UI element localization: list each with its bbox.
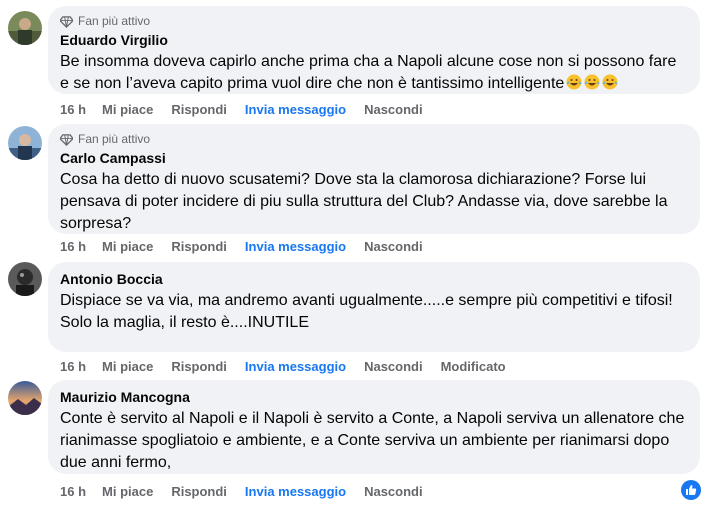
reply-button[interactable]: Rispondi: [171, 359, 227, 374]
send-message-button[interactable]: Invia messaggio: [245, 102, 346, 117]
comment-text: Dispiace se va via, ma andremo avanti ug…: [60, 290, 688, 334]
thumbs-up-icon: [686, 485, 697, 495]
comment-actions: 16 h Mi piace Rispondi Invia messaggio N…: [60, 100, 441, 118]
like-button[interactable]: Mi piace: [102, 484, 153, 499]
like-button[interactable]: Mi piace: [102, 102, 153, 117]
avatar[interactable]: [8, 381, 42, 415]
comment-bubble: Antonio Boccia Dispiace se va via, ma an…: [48, 262, 700, 352]
like-button[interactable]: Mi piace: [102, 359, 153, 374]
diamond-icon: [60, 133, 73, 146]
comment-actions: 16 h Mi piace Rispondi Invia messaggio N…: [60, 357, 524, 375]
like-button[interactable]: Mi piace: [102, 239, 153, 254]
comment-text: Be insomma doveva capirlo anche prima ch…: [60, 51, 688, 95]
comment-author[interactable]: Maurizio Mancogna: [60, 388, 688, 406]
avatar[interactable]: [8, 11, 42, 45]
comment-author[interactable]: Antonio Boccia: [60, 270, 688, 288]
reply-button[interactable]: Rispondi: [171, 102, 227, 117]
comment-bubble: Fan più attivo Carlo Campassi Cosa ha de…: [48, 124, 700, 234]
comment-author[interactable]: Eduardo Virgilio: [60, 31, 688, 49]
badge-label: Fan più attivo: [78, 14, 151, 28]
hide-button[interactable]: Nascondi: [364, 239, 423, 254]
hide-button[interactable]: Nascondi: [364, 484, 423, 499]
comment-text-line: Solo la maglia, il resto è....INUTILE: [60, 314, 309, 331]
comment-actions: 16 h Mi piace Rispondi Invia messaggio N…: [60, 482, 441, 500]
timestamp[interactable]: 16 h: [60, 359, 86, 374]
reply-button[interactable]: Rispondi: [171, 484, 227, 499]
rofl-emoji: [566, 74, 582, 90]
comment-text-line: Dispiace se va via, ma andremo avanti ug…: [60, 292, 673, 309]
top-fan-badge: Fan più attivo: [60, 132, 688, 146]
send-message-button[interactable]: Invia messaggio: [245, 484, 346, 499]
top-fan-badge: Fan più attivo: [60, 14, 688, 28]
comment-text: Cosa ha detto di nuovo scusatemi? Dove s…: [60, 171, 668, 232]
comment-bubble: Fan più attivo Eduardo Virgilio Be insom…: [48, 6, 700, 94]
comment-actions: 16 h Mi piace Rispondi Invia messaggio N…: [60, 237, 441, 255]
badge-label: Fan più attivo: [78, 132, 151, 146]
timestamp[interactable]: 16 h: [60, 484, 86, 499]
rofl-emoji: [602, 74, 618, 90]
send-message-button[interactable]: Invia messaggio: [245, 359, 346, 374]
timestamp[interactable]: 16 h: [60, 239, 86, 254]
avatar[interactable]: [8, 262, 42, 296]
thumbs-up-reaction[interactable]: [681, 480, 701, 500]
send-message-button[interactable]: Invia messaggio: [245, 239, 346, 254]
rofl-emoji: [584, 74, 600, 90]
avatar[interactable]: [8, 126, 42, 160]
diamond-icon: [60, 15, 73, 28]
reply-button[interactable]: Rispondi: [171, 239, 227, 254]
comment-bubble: Maurizio Mancogna Conte è servito al Nap…: [48, 380, 700, 474]
hide-button[interactable]: Nascondi: [364, 359, 423, 374]
timestamp[interactable]: 16 h: [60, 102, 86, 117]
comment-text: Conte è servito al Napoli e il Napoli è …: [60, 410, 685, 471]
comment-author[interactable]: Carlo Campassi: [60, 149, 688, 167]
edited-label[interactable]: Modificato: [441, 359, 506, 374]
hide-button[interactable]: Nascondi: [364, 102, 423, 117]
